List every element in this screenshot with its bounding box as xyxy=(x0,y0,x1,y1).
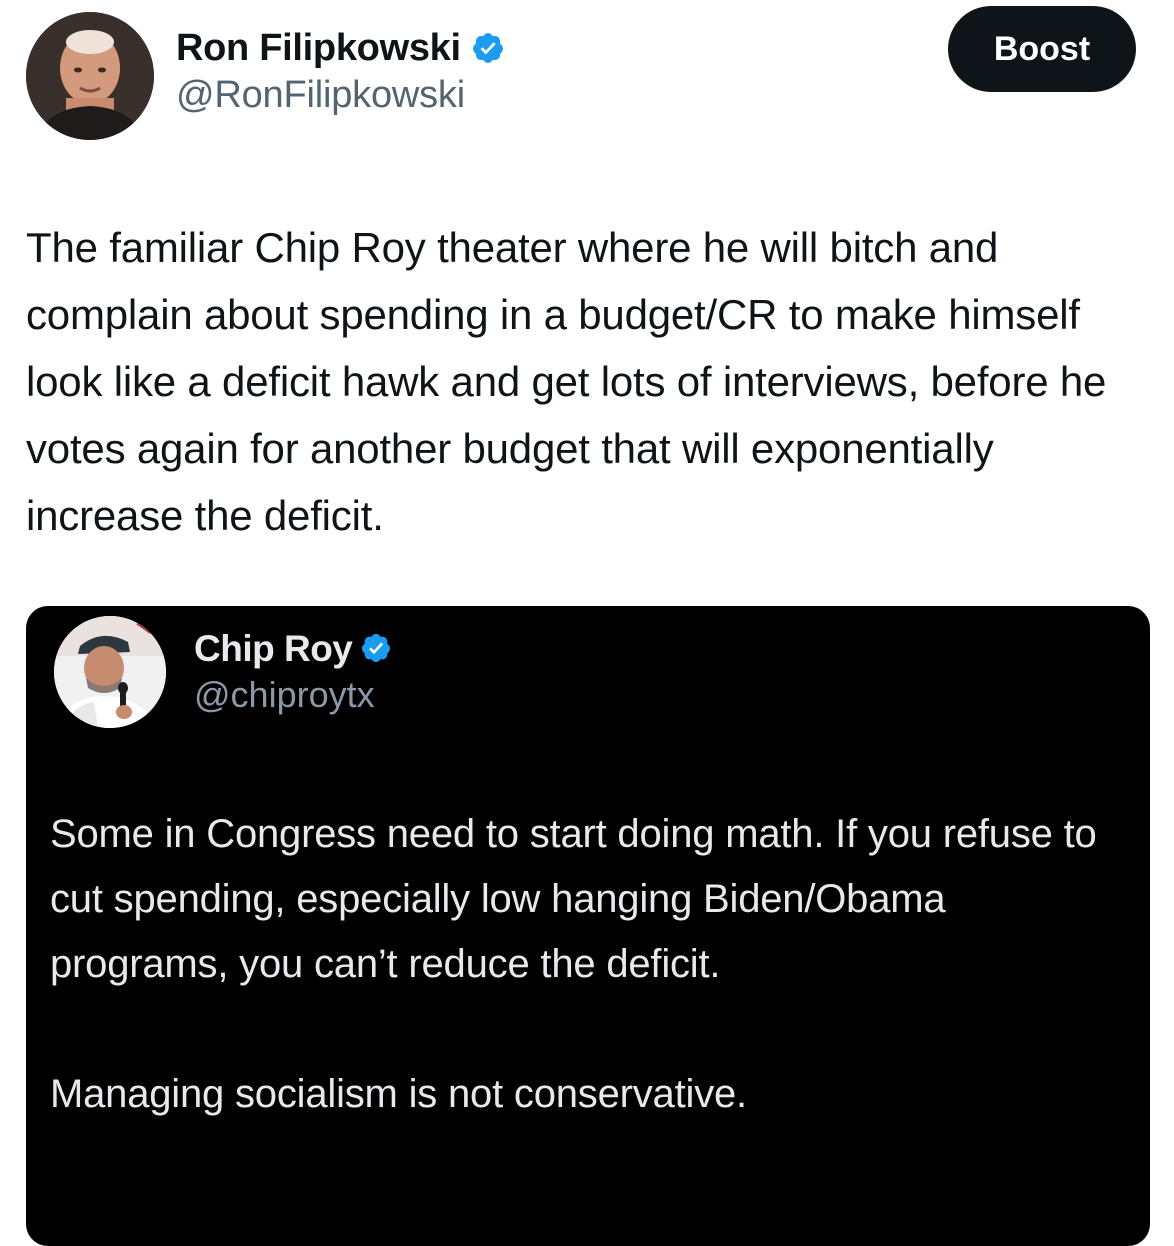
avatar-photo xyxy=(26,12,154,140)
verified-badge-icon xyxy=(360,632,394,666)
quoted-paragraph-1: Some in Congress need to start doing mat… xyxy=(50,812,1097,986)
boost-button[interactable]: Boost xyxy=(948,6,1136,92)
quoted-post-text: Some in Congress need to start doing mat… xyxy=(50,802,1130,1127)
quoted-post-card[interactable]: Chip Roy @chiproytx Some in Congress nee… xyxy=(26,606,1150,1246)
quoted-author-block: Chip Roy @chiproytx xyxy=(194,626,394,716)
quoted-name-row: Chip Roy xyxy=(194,626,394,672)
author-name-row: Ron Filipkowski xyxy=(176,24,505,72)
quoted-author-handle[interactable]: @chiproytx xyxy=(194,674,394,716)
quoted-paragraph-2: Managing socialism is not conservative. xyxy=(50,1072,747,1116)
quoted-avatar-photo xyxy=(54,616,166,728)
quoted-author-name[interactable]: Chip Roy xyxy=(194,628,353,670)
author-name[interactable]: Ron Filipkowski xyxy=(176,27,461,70)
quoted-avatar[interactable] xyxy=(50,612,170,732)
post-header: Ron Filipkowski @RonFilipkowski Boost xyxy=(26,6,1136,142)
post-text: The familiar Chip Roy theater where he w… xyxy=(26,224,1107,539)
author-handle[interactable]: @RonFilipkowski xyxy=(176,74,505,117)
author-block: Ron Filipkowski @RonFilipkowski xyxy=(176,24,505,117)
verified-badge-icon xyxy=(471,31,505,65)
avatar[interactable] xyxy=(26,12,154,140)
